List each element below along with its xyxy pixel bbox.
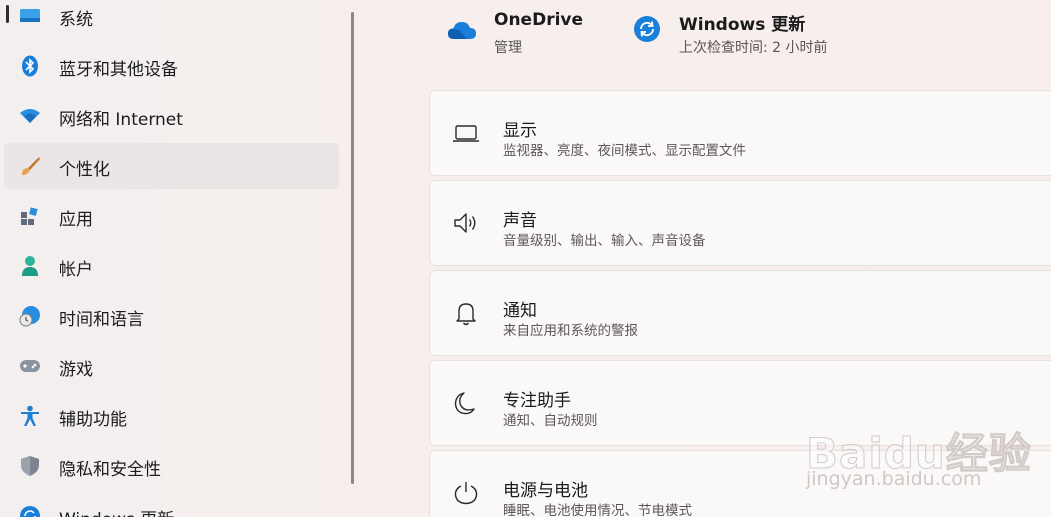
sidebar-item-privacy[interactable]: 隐私和安全性 (4, 443, 339, 489)
sidebar-item-label: 辅助功能 (59, 410, 127, 430)
sidebar-item-personalization[interactable]: 个性化 (4, 143, 339, 189)
card-title: 显示 (503, 121, 537, 141)
onedrive-subtitle[interactable]: 管理 (494, 37, 522, 57)
windows-update-title: Windows 更新 (679, 15, 806, 35)
sidebar-item-windows-update[interactable]: Windows 更新 (4, 493, 339, 517)
sound-card[interactable]: 声音 音量级别、输出、输入、声音设备 (429, 180, 1051, 266)
card-title: 声音 (503, 211, 537, 231)
card-subtitle: 来自应用和系统的警报 (503, 323, 638, 339)
sidebar-item-system[interactable]: 系统 (4, 0, 339, 39)
sidebar-item-label: 系统 (59, 10, 93, 30)
monitor-icon (452, 119, 480, 147)
card-title: 专注助手 (503, 391, 571, 411)
sidebar-item-label: 个性化 (59, 160, 110, 180)
power-icon (452, 479, 480, 507)
sidebar-item-label: 帐户 (59, 260, 93, 280)
sidebar-item-label: 时间和语言 (59, 310, 144, 330)
sidebar-scrollbar[interactable] (351, 12, 354, 484)
account-icon (18, 254, 42, 278)
sidebar-item-apps[interactable]: 应用 (4, 193, 339, 239)
sidebar-item-accessibility[interactable]: 辅助功能 (4, 393, 339, 439)
onedrive-cloud-icon (447, 15, 477, 45)
globe-clock-icon (18, 304, 42, 328)
sidebar-item-label: 网络和 Internet (59, 110, 183, 130)
focus-assist-card[interactable]: 专注助手 通知、自动规则 (429, 360, 1051, 446)
windows-update-icon (18, 504, 42, 517)
sidebar-item-accounts[interactable]: 帐户 (4, 243, 339, 289)
card-title: 电源与电池 (503, 481, 588, 501)
gamepad-icon (18, 354, 42, 378)
sidebar-item-network[interactable]: 网络和 Internet (4, 93, 339, 139)
brush-icon (18, 154, 42, 178)
notifications-card[interactable]: 通知 来自应用和系统的警报 (429, 270, 1051, 356)
card-subtitle: 通知、自动规则 (503, 413, 598, 429)
card-subtitle: 音量级别、输出、输入、声音设备 (503, 233, 706, 249)
top-info-bar: OneDrive 管理 Windows 更新 上次检查时间: 2 小时前 (440, 0, 1040, 80)
sidebar-item-label: 隐私和安全性 (59, 460, 161, 480)
sidebar-item-label: 蓝牙和其他设备 (59, 60, 178, 80)
sidebar-item-label: 游戏 (59, 360, 93, 380)
sidebar-item-time-language[interactable]: 时间和语言 (4, 293, 339, 339)
shield-icon (18, 454, 42, 478)
card-title: 通知 (503, 301, 537, 321)
bell-icon (452, 299, 480, 327)
system-icon (18, 4, 42, 28)
bluetooth-icon (18, 54, 42, 78)
sync-icon (633, 15, 663, 45)
sidebar-item-bluetooth[interactable]: 蓝牙和其他设备 (4, 43, 339, 89)
apps-icon (18, 204, 42, 228)
moon-icon (452, 389, 480, 417)
power-battery-card[interactable]: 电源与电池 睡眠、电池使用情况、节电模式 (429, 450, 1051, 517)
sidebar-item-label: 应用 (59, 210, 93, 230)
wifi-icon (18, 104, 42, 128)
sidebar: 系统 蓝牙和其他设备 网络和 Internet 个性化 应用 帐户 时间和语言 … (0, 0, 354, 517)
card-subtitle: 睡眠、电池使用情况、节电模式 (503, 503, 692, 517)
display-card[interactable]: 显示 监视器、亮度、夜间模式、显示配置文件 (429, 90, 1051, 176)
selection-indicator (6, 5, 9, 23)
speaker-icon (452, 209, 480, 237)
sidebar-item-label: Windows 更新 (59, 505, 174, 517)
sidebar-item-gaming[interactable]: 游戏 (4, 343, 339, 389)
windows-update-subtitle: 上次检查时间: 2 小时前 (679, 40, 828, 56)
onedrive-title: OneDrive (494, 10, 584, 30)
accessibility-icon (18, 404, 42, 428)
card-subtitle: 监视器、亮度、夜间模式、显示配置文件 (503, 143, 746, 159)
